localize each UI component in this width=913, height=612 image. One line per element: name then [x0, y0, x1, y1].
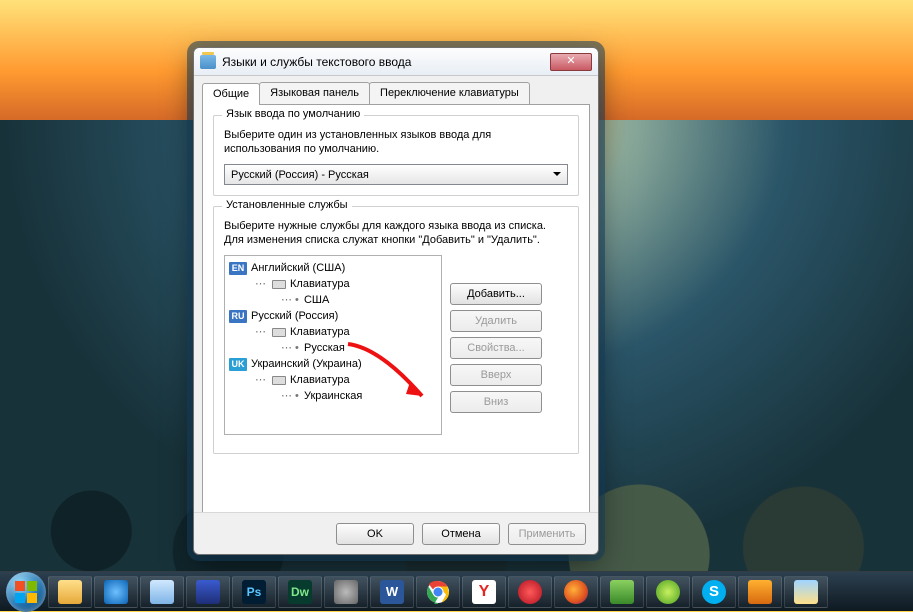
taskbar-settings[interactable]: [324, 576, 368, 608]
taskbar-app-green[interactable]: [600, 576, 644, 608]
keyboard-icon: [272, 328, 286, 337]
firefox-icon: [564, 580, 588, 604]
tab-strip: Общие Языковая панель Переключение клави…: [194, 76, 598, 104]
taskbar-weather[interactable]: [784, 576, 828, 608]
weather-icon: [794, 580, 818, 604]
tab-general[interactable]: Общие: [202, 83, 260, 105]
tree-kb-label: Клавиатура: [290, 372, 350, 388]
tree-row[interactable]: ⋯ • Украинская: [279, 388, 439, 404]
taskbar-save[interactable]: [186, 576, 230, 608]
taskbar-notepad[interactable]: [140, 576, 184, 608]
keyboard-icon: [272, 280, 286, 289]
taskbar: Ps Dw W Y S: [0, 571, 913, 611]
tree-lang-en[interactable]: EN Английский (США): [229, 260, 439, 276]
badge-en-icon: EN: [229, 262, 247, 275]
services-tree[interactable]: EN Английский (США) ⋯ Клавиатура ⋯ • США: [224, 255, 442, 435]
photoshop-icon: Ps: [242, 580, 266, 604]
taskbar-explorer[interactable]: [48, 576, 92, 608]
green-app-icon: [610, 580, 634, 604]
move-down-button[interactable]: Вниз: [450, 391, 542, 413]
ie-icon: [104, 580, 128, 604]
dialog-icon: [200, 55, 216, 69]
windows-logo-icon: [14, 580, 38, 604]
dialog-title: Языки и службы текстового ввода: [222, 55, 544, 69]
tab-panel-general: Язык ввода по умолчанию Выберите один из…: [202, 104, 590, 522]
tree-layout-label: Украинская: [304, 390, 362, 402]
folder-icon: [58, 580, 82, 604]
language-services-dialog: Языки и службы текстового ввода ✕ Общие …: [193, 47, 599, 555]
tree-layout-label: Русская: [304, 342, 345, 354]
titlebar[interactable]: Языки и службы текстового ввода ✕: [194, 48, 598, 76]
gear-icon: [334, 580, 358, 604]
services-button-column: Добавить... Удалить Свойства... Вверх Вн…: [450, 283, 542, 435]
word-icon: W: [380, 580, 404, 604]
chrome-icon: [426, 580, 450, 604]
tab-keyboard-switch[interactable]: Переключение клавиатуры: [369, 82, 530, 104]
taskbar-skype[interactable]: S: [692, 576, 736, 608]
default-language-combo[interactable]: Русский (Россия) - Русская: [224, 164, 568, 185]
taskbar-opera[interactable]: [508, 576, 552, 608]
keyboard-icon: [272, 376, 286, 385]
media-player-icon: [748, 580, 772, 604]
tab-language-bar[interactable]: Языковая панель: [259, 82, 370, 104]
taskbar-word[interactable]: W: [370, 576, 414, 608]
tree-row[interactable]: ⋯ • США: [279, 292, 439, 308]
group-default-title: Язык ввода по умолчанию: [222, 108, 364, 120]
default-language-value: Русский (Россия) - Русская: [231, 169, 369, 181]
properties-button[interactable]: Свойства...: [450, 337, 542, 359]
tree-layout-label: США: [304, 294, 329, 306]
remove-button[interactable]: Удалить: [450, 310, 542, 332]
tree-lang-en-label: Английский (США): [251, 260, 345, 276]
tree-lang-ru-label: Русский (Россия): [251, 308, 338, 324]
tree-kb-label: Клавиатура: [290, 276, 350, 292]
group-services-desc: Выберите нужные службы для каждого языка…: [224, 219, 568, 247]
tree-lang-uk[interactable]: UK Украинский (Украина): [229, 356, 439, 372]
dialog-button-bar: OK Отмена Применить: [194, 512, 598, 554]
group-default-language: Язык ввода по умолчанию Выберите один из…: [213, 115, 579, 196]
taskbar-ie[interactable]: [94, 576, 138, 608]
taskbar-photoshop[interactable]: Ps: [232, 576, 276, 608]
tree-row[interactable]: ⋯ Клавиатура: [253, 324, 439, 340]
yandex-icon: Y: [472, 580, 496, 604]
tree-lang-ru[interactable]: RU Русский (Россия): [229, 308, 439, 324]
taskbar-yandex[interactable]: Y: [462, 576, 506, 608]
ok-button[interactable]: OK: [336, 523, 414, 545]
badge-ru-icon: RU: [229, 310, 247, 323]
add-button[interactable]: Добавить...: [450, 283, 542, 305]
taskbar-dreamweaver[interactable]: Dw: [278, 576, 322, 608]
start-button[interactable]: [6, 572, 46, 612]
dreamweaver-icon: Dw: [288, 580, 312, 604]
opera-icon: [518, 580, 542, 604]
close-button[interactable]: ✕: [550, 53, 592, 71]
cancel-button[interactable]: Отмена: [422, 523, 500, 545]
tree-row[interactable]: ⋯ Клавиатура: [253, 372, 439, 388]
notepad-icon: [150, 580, 174, 604]
taskbar-chrome[interactable]: [416, 576, 460, 608]
tree-kb-label: Клавиатура: [290, 324, 350, 340]
taskbar-firefox[interactable]: [554, 576, 598, 608]
icq-icon: [656, 580, 680, 604]
group-services-title: Установленные службы: [222, 199, 352, 211]
group-installed-services: Установленные службы Выберите нужные слу…: [213, 206, 579, 454]
floppy-icon: [196, 580, 220, 604]
taskbar-icq[interactable]: [646, 576, 690, 608]
tree-lang-uk-label: Украинский (Украина): [251, 356, 362, 372]
taskbar-media-player[interactable]: [738, 576, 782, 608]
skype-icon: S: [702, 580, 726, 604]
tree-row[interactable]: ⋯ Клавиатура: [253, 276, 439, 292]
badge-uk-icon: UK: [229, 358, 247, 371]
group-default-desc: Выберите один из установленных языков вв…: [224, 128, 568, 156]
apply-button[interactable]: Применить: [508, 523, 586, 545]
move-up-button[interactable]: Вверх: [450, 364, 542, 386]
tree-row[interactable]: ⋯ • Русская: [279, 340, 439, 356]
